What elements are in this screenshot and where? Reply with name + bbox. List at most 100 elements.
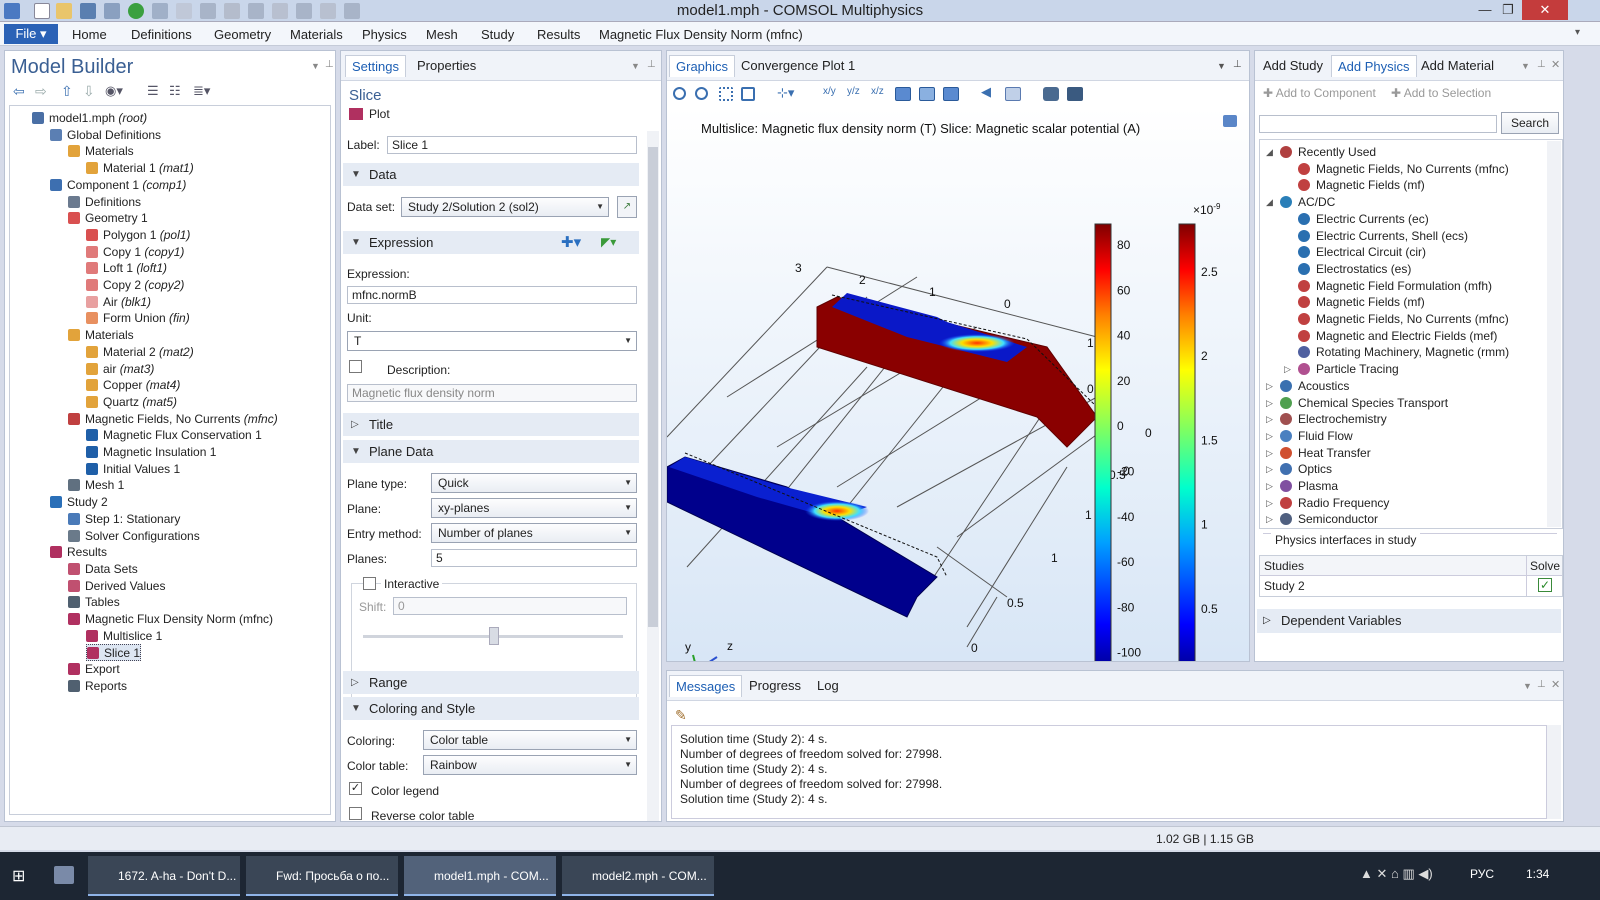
tree-node[interactable]: Materials (68, 327, 134, 344)
physics-search-input[interactable] (1259, 115, 1497, 133)
menu-mesh[interactable]: Mesh (426, 27, 458, 42)
duplicate-icon[interactable] (248, 3, 264, 19)
close-button[interactable]: ✕ (1522, 0, 1568, 20)
zoom-in-icon[interactable] (673, 87, 686, 100)
physics-tree-item[interactable]: ▷ Radio Frequency (1266, 495, 1389, 512)
save-as-icon[interactable] (104, 3, 120, 19)
entry-method-select[interactable]: Number of planes (431, 523, 637, 543)
menu-results[interactable]: Results (537, 27, 580, 42)
physics-tree-item[interactable]: Magnetic Fields (mf) (1298, 294, 1425, 311)
tree-node[interactable]: Global Definitions (50, 127, 161, 144)
physics-tree-item[interactable]: ▷ Fluid Flow (1266, 428, 1353, 445)
physics-tree-item[interactable]: ▷ Particle Tracing (1284, 361, 1399, 378)
panel-menu-icon[interactable]: ▼ (631, 61, 640, 71)
expand-all-icon[interactable]: ☷ (169, 83, 181, 99)
section-data[interactable]: ▼ Data (343, 163, 639, 186)
reverse-color-table-checkbox[interactable] (349, 807, 362, 820)
search-button[interactable]: Search (1501, 112, 1559, 134)
plane-type-select[interactable]: Quick (431, 473, 637, 493)
tree-node[interactable]: Slice 1 (86, 644, 142, 662)
file-menu-button[interactable]: File ▾ (4, 24, 58, 44)
tree-node[interactable]: Form Union (fin) (86, 310, 190, 327)
save-icon[interactable] (80, 3, 96, 19)
tree-toggle-icon[interactable]: ▷ (1266, 461, 1273, 478)
solve-checkbox[interactable]: ✓ (1538, 578, 1552, 592)
taskbar-item[interactable]: 1672. A-ha - Don't D... (88, 856, 240, 896)
physics-tree-item[interactable]: Magnetic Fields (mf) (1298, 177, 1425, 194)
color-legend-checkbox[interactable]: ✓ (349, 782, 362, 795)
tree-node[interactable]: Geometry 1 (68, 210, 148, 227)
orbit-icon[interactable]: ⊹▾ (777, 85, 794, 100)
pin-icon[interactable]: ⊥ (325, 59, 334, 70)
menu-plot-group[interactable]: Magnetic Flux Density Norm (mfnc) (599, 27, 803, 42)
pin-icon[interactable]: ⊥ (1537, 679, 1546, 690)
physics-tree-item[interactable]: ▷ Optics (1266, 461, 1332, 478)
zoom-extents-icon[interactable] (741, 87, 755, 101)
tree-node[interactable]: model1.mph (root) (32, 110, 147, 127)
tree-node[interactable]: Materials (68, 143, 134, 160)
menu-study[interactable]: Study (481, 27, 514, 42)
tab-add-physics[interactable]: Add Physics (1331, 55, 1417, 77)
scene-light-icon[interactable] (1005, 87, 1021, 101)
physics-tree-item[interactable]: ▷ Acoustics (1266, 378, 1349, 395)
tree-node[interactable]: Magnetic Insulation 1 (86, 444, 216, 461)
move-down-icon[interactable]: ⇩ (83, 83, 95, 100)
physics-tree-item[interactable]: ▷ Heat Transfer (1266, 445, 1371, 462)
physics-tree-item[interactable]: Electric Currents (ec) (1298, 211, 1429, 228)
tree-toggle-icon[interactable]: ▷ (1266, 478, 1273, 495)
panel-menu-icon[interactable]: ▼ (1523, 681, 1532, 691)
light-icon[interactable]: ◀ (981, 84, 997, 99)
tray-icons[interactable]: ▲ ✕ ⌂ ▥ ◀) (1360, 866, 1433, 882)
tab-progress[interactable]: Progress (743, 675, 807, 696)
menu-home[interactable]: Home (72, 27, 107, 42)
replace-expression-icon[interactable]: ◤▾ (601, 231, 616, 254)
coloring-select[interactable]: Color table (423, 730, 637, 750)
back-icon[interactable]: ⇦ (13, 83, 25, 100)
menu-definitions[interactable]: Definitions (131, 27, 192, 42)
camera-icon[interactable] (1043, 87, 1059, 101)
physics-tree-item[interactable]: ▷ Electrochemistry (1266, 411, 1387, 428)
graphics-canvas[interactable]: 3 2 1 0 1 0.5 0 1 1 0.5 0 0.5 0 80604020… (667, 107, 1249, 661)
pin-icon[interactable]: ⊥ (1233, 59, 1242, 70)
tree-node[interactable]: Export (68, 661, 120, 678)
tree-node[interactable]: Component 1 (comp1) (50, 177, 186, 194)
task-view-icon[interactable] (54, 866, 74, 884)
panel-menu-icon[interactable]: ▼ (1217, 61, 1226, 71)
tree-node[interactable]: Step 1: Stationary (68, 511, 180, 528)
tab-add-study[interactable]: Add Study (1257, 55, 1329, 76)
taskbar-item[interactable]: model2.mph - COM... (562, 856, 714, 896)
physics-tree-item[interactable]: Magnetic and Electric Fields (mef) (1298, 328, 1497, 345)
tree-toggle-icon[interactable]: ▷ (1266, 411, 1273, 428)
clear-messages-icon[interactable]: ✎ (675, 707, 687, 724)
tree-node[interactable]: Magnetic Flux Conservation 1 (86, 427, 262, 444)
tree-options-icon[interactable]: ≣▾ (193, 83, 210, 99)
tab-messages[interactable]: Messages (669, 675, 743, 697)
tree-node[interactable]: Derived Values (68, 578, 165, 595)
tree-toggle-icon[interactable]: ▷ (1266, 445, 1273, 462)
tree-toggle-icon[interactable]: ▷ (1266, 395, 1273, 412)
tree-toggle-icon[interactable]: ◢ (1266, 144, 1273, 161)
paste-icon[interactable] (224, 3, 240, 19)
view-yz-icon[interactable]: y/z (847, 86, 863, 100)
section-range[interactable]: ▷ Range (343, 671, 639, 694)
language-indicator[interactable]: РУС (1470, 867, 1494, 881)
open-folder-icon[interactable] (56, 3, 72, 19)
messages-scrollbar[interactable] (1547, 725, 1561, 819)
tree-node[interactable]: Initial Values 1 (86, 461, 180, 478)
tree-toggle-icon[interactable]: ▷ (1266, 428, 1273, 445)
tree-node[interactable]: Copy 2 (copy2) (86, 277, 184, 294)
ribbon-collapse-icon[interactable]: ▾ (1575, 27, 1580, 38)
pin-icon[interactable]: ⊥ (1537, 59, 1546, 70)
tree-node[interactable]: Material 2 (mat2) (86, 344, 194, 361)
view-xz-icon[interactable]: x/z (871, 86, 887, 100)
print-icon[interactable] (1067, 87, 1083, 101)
plot-button[interactable]: Plot (369, 107, 390, 121)
menu-physics[interactable]: Physics (362, 27, 407, 42)
clear-icon[interactable] (296, 3, 312, 19)
zoom-box-icon[interactable] (719, 87, 733, 101)
tree-node[interactable]: Magnetic Flux Density Norm (mfnc) (68, 611, 273, 628)
tree-node[interactable]: Air (blk1) (86, 294, 151, 311)
compute-icon[interactable] (128, 3, 144, 19)
plot-icon[interactable] (349, 108, 363, 120)
view-xy-icon[interactable]: x/y (823, 86, 839, 100)
